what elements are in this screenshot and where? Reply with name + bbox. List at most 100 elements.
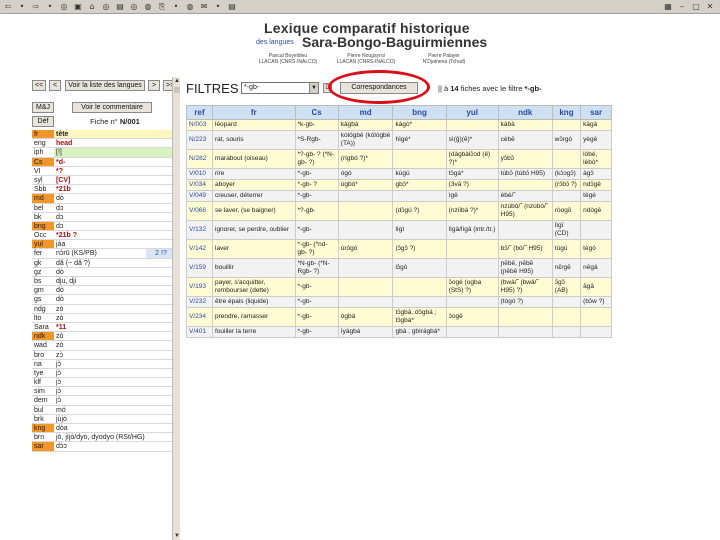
language-code[interactable]: gm (32, 286, 54, 295)
toolbar-icon[interactable]: ⇦ (2, 1, 14, 12)
lexeme-row: eng head (32, 139, 176, 149)
toolbar-icon[interactable]: ▤ (114, 1, 126, 12)
ref-link[interactable]: N/223 (186, 130, 213, 150)
language-code[interactable]: Cs (32, 157, 54, 166)
language-code[interactable]: Sbb (32, 185, 54, 194)
language-code[interactable]: Sara (32, 322, 54, 332)
lexeme-form: jɔ̀ (56, 360, 62, 368)
toolbar-icon[interactable]: ✉ (198, 1, 210, 12)
language-code[interactable]: dem (32, 396, 54, 405)
prev-button[interactable]: < (49, 79, 61, 91)
column-header[interactable]: md (337, 105, 394, 120)
window-control-icon[interactable]: ▢ (690, 1, 702, 12)
def-button[interactable]: Déf (32, 116, 54, 127)
language-code[interactable]: klf (32, 378, 54, 387)
toolbar-icon[interactable]: ◎ (128, 1, 140, 12)
language-code[interactable]: na (32, 359, 54, 368)
language-code[interactable]: brn (32, 433, 54, 442)
toolbar-icon[interactable]: • (44, 1, 56, 12)
language-code[interactable]: ndg (32, 304, 54, 313)
language-code[interactable]: brk (32, 414, 54, 423)
ref-link[interactable]: V/232 (186, 296, 213, 308)
next-button[interactable]: > (148, 79, 160, 91)
language-code[interactable]: sar (32, 442, 54, 451)
ref-link[interactable]: V/401 (186, 326, 213, 338)
language-code[interactable]: bs (32, 277, 54, 286)
toolbar-icon[interactable]: • (212, 1, 224, 12)
language-code[interactable]: ndk (32, 332, 54, 341)
language-code[interactable]: bng (32, 221, 54, 231)
ref-link[interactable]: V/068 (186, 201, 213, 221)
first-button[interactable]: << (32, 79, 46, 91)
toolbar-icon[interactable]: ⎘ (156, 1, 168, 12)
language-code[interactable]: bro (32, 350, 54, 359)
scroll-thumb[interactable] (174, 87, 180, 93)
ref-link[interactable]: N/282 (186, 149, 213, 169)
table-cell: tègó (580, 239, 612, 259)
ref-link[interactable]: N/003 (186, 119, 213, 131)
ref-link[interactable]: V/010 (186, 168, 213, 180)
left-scrollbar[interactable]: ▲ ▼ (172, 77, 180, 540)
toolbar-icon[interactable]: • (170, 1, 182, 12)
column-header[interactable]: fr (212, 105, 296, 120)
table-cell: āgā (580, 277, 612, 297)
window-control-icon[interactable]: ✕ (704, 1, 716, 12)
ref-link[interactable]: V/193 (186, 277, 213, 297)
language-list-button[interactable]: Voir la liste des langues (65, 79, 145, 91)
language-code[interactable]: fr (32, 130, 54, 139)
ref-link[interactable]: V/159 (186, 258, 213, 278)
column-header[interactable]: ref (186, 105, 213, 120)
ref-link[interactable]: V/049 (186, 190, 213, 202)
language-code[interactable]: md (32, 194, 54, 203)
language-code[interactable]: tye (32, 368, 54, 378)
language-code[interactable]: iph (32, 148, 54, 157)
language-code[interactable]: lto (32, 313, 54, 322)
language-code[interactable]: bel (32, 203, 54, 212)
toolbar-icon[interactable]: ◍ (142, 1, 154, 12)
column-header[interactable]: yul (445, 105, 499, 120)
language-code[interactable]: Occ (32, 231, 54, 240)
ref-link[interactable]: V/142 (186, 239, 213, 259)
column-header[interactable]: bng (392, 105, 447, 120)
ref-link[interactable]: V/234 (186, 307, 213, 327)
toolbar-icon[interactable]: • (16, 1, 28, 12)
table-cell (445, 239, 499, 259)
language-code[interactable]: kng (32, 424, 54, 433)
view-comment-button[interactable]: Voir le commentaire (72, 102, 152, 113)
window-control-icon[interactable]: – (676, 1, 688, 12)
window-control-icon[interactable]: ▦ (662, 1, 674, 12)
language-code[interactable]: gz (32, 267, 54, 276)
toolbar-icon[interactable]: ◍ (184, 1, 196, 12)
toolbar-icon[interactable]: ⇨ (30, 1, 42, 12)
language-code[interactable]: yul (32, 240, 54, 249)
language-code[interactable]: eng (32, 139, 54, 148)
ref-link[interactable]: V/132 (186, 220, 213, 240)
column-header[interactable]: Cs (294, 105, 339, 120)
column-header[interactable]: sar (580, 105, 612, 120)
column-header[interactable]: ndk (497, 105, 553, 120)
toolbar-icon[interactable]: ▣ (72, 1, 84, 12)
ref-link[interactable]: V/034 (186, 179, 213, 191)
page-header: Lexique comparatif historique des langue… (0, 14, 720, 72)
scroll-down-icon[interactable]: ▼ (173, 532, 181, 540)
language-code[interactable]: sim (32, 387, 54, 396)
lexeme-form: zò (56, 333, 64, 341)
table-cell: ùrògó (337, 239, 394, 259)
toolbar-icon[interactable]: ▤ (226, 1, 238, 12)
language-code[interactable]: gk (32, 258, 54, 267)
msj-button[interactable]: M&J (32, 102, 54, 113)
language-code[interactable]: wad (32, 341, 54, 350)
filter-select[interactable]: *-gb- ▼ (241, 82, 319, 94)
language-code[interactable]: bk (32, 212, 54, 221)
toolbar-icon[interactable]: ⌂ (86, 1, 98, 12)
language-code[interactable]: bul (32, 405, 54, 414)
language-code[interactable]: VI (32, 166, 54, 175)
column-header[interactable]: kng (551, 105, 582, 120)
language-code[interactable]: syl (32, 175, 54, 185)
chevron-down-icon[interactable]: ▼ (309, 83, 318, 93)
language-code[interactable]: fer (32, 249, 54, 258)
toolbar-icon[interactable]: ◎ (58, 1, 70, 12)
language-code[interactable]: gs (32, 295, 54, 304)
scroll-up-icon[interactable]: ▲ (173, 77, 181, 85)
toolbar-icon[interactable]: ◎ (100, 1, 112, 12)
